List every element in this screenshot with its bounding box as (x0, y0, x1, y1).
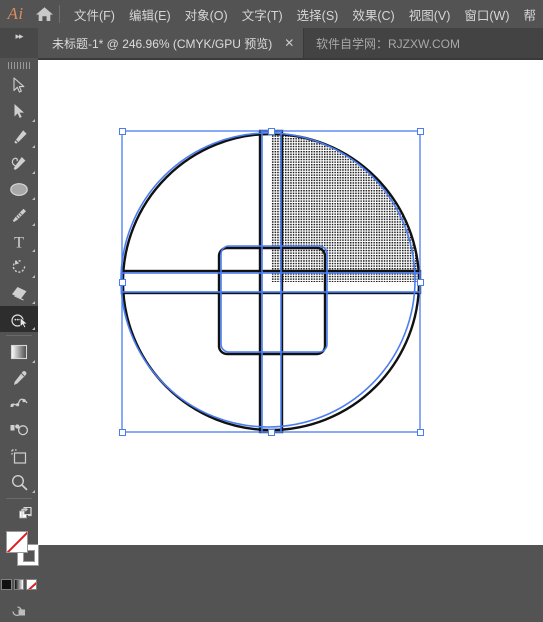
handle-middle-left[interactable] (119, 279, 126, 286)
tools-panel: T (0, 58, 39, 617)
watermark-text: 软件自学网：RJZXW.COM (316, 36, 460, 51)
direct-selection-tool[interactable] (0, 98, 38, 124)
handle-bottom-left[interactable] (119, 429, 126, 436)
artwork[interactable] (38, 60, 543, 545)
screen-mode-button[interactable] (0, 598, 38, 622)
document-tab-bar: ▸▸ 未标题-1* @ 246.96% (CMYK/GPU 预览) ✕ 软件自学… (0, 28, 543, 58)
menu-effect[interactable]: 效果(C) (345, 1, 401, 28)
blend-tool[interactable] (0, 391, 38, 417)
chevron-right-icon: ▸▸ (15, 31, 23, 41)
panel-expand-button[interactable]: ▸▸ (0, 28, 38, 58)
handle-top-right[interactable] (417, 128, 424, 135)
zoom-tool[interactable] (0, 469, 38, 495)
handle-middle-right[interactable] (417, 279, 424, 286)
none-slash-icon (7, 532, 27, 552)
menu-separator (59, 5, 60, 23)
eraser-tool[interactable] (0, 280, 38, 306)
handle-top-left[interactable] (119, 128, 126, 135)
handle-bottom-right[interactable] (417, 429, 424, 436)
menu-file[interactable]: 文件(F) (67, 1, 122, 28)
artboard-canvas[interactable] (38, 58, 543, 545)
artboard-tool[interactable] (0, 443, 38, 469)
gradient-mode-button[interactable] (13, 578, 25, 590)
curvature-tool[interactable] (0, 150, 38, 176)
document-tab-title: 未标题-1* @ 246.96% (CMYK/GPU 预览) (52, 36, 273, 51)
menu-window[interactable]: 窗口(W) (457, 1, 516, 28)
ellipse-tool[interactable] (0, 176, 38, 202)
pen-tool[interactable] (0, 124, 38, 150)
none-mode-button[interactable] (26, 578, 38, 590)
symbol-sprayer-tool[interactable] (0, 417, 38, 443)
tools-panel-drag-handle[interactable] (0, 58, 38, 72)
svg-text:T: T (14, 234, 24, 250)
grip-dots-icon (8, 61, 30, 69)
eyedropper-tool[interactable] (0, 365, 38, 391)
illustrator-window: Ai 文件(F) 编辑(E) 对象(O) 文字(T) 选择(S) 效果(C) 视… (0, 0, 543, 617)
tool-flyout-indicator (32, 249, 35, 252)
tools-divider-2 (6, 498, 32, 499)
handle-bottom-center[interactable] (268, 429, 275, 436)
menu-bar: Ai 文件(F) 编辑(E) 对象(O) 文字(T) 选择(S) 效果(C) 视… (0, 0, 543, 28)
none-slash-icon (27, 579, 37, 589)
close-icon[interactable]: ✕ (284, 37, 294, 49)
tool-flyout-indicator (32, 171, 35, 174)
fill-swatch[interactable] (6, 531, 28, 553)
home-icon[interactable] (31, 6, 57, 22)
tool-flyout-indicator (32, 145, 35, 148)
tool-flyout-indicator (32, 301, 35, 304)
menu-edit[interactable]: 编辑(E) (122, 1, 178, 28)
app-logo: Ai (7, 4, 24, 23)
type-tool[interactable]: T (0, 228, 38, 254)
tool-flyout-indicator (32, 327, 35, 330)
tools-divider (6, 335, 32, 336)
paintbrush-tool[interactable] (0, 202, 38, 228)
color-mode-button[interactable] (1, 578, 12, 590)
tool-flyout-indicator (32, 223, 35, 226)
menu-select[interactable]: 选择(S) (290, 1, 346, 28)
tool-flyout-indicator (32, 197, 35, 200)
rotate-tool[interactable] (0, 254, 38, 280)
swap-fill-stroke-icon[interactable] (20, 506, 33, 524)
tool-flyout-indicator (32, 490, 35, 493)
fill-stroke-controls (0, 502, 38, 526)
fill-stroke-swatches (0, 531, 39, 573)
selection-tool[interactable] (0, 72, 38, 98)
handle-top-center[interactable] (268, 128, 275, 135)
gradient-tool[interactable] (0, 339, 38, 365)
tool-flyout-indicator (32, 275, 35, 278)
menu-view[interactable]: 视图(V) (402, 1, 458, 28)
shape-builder-tool[interactable] (0, 306, 38, 332)
document-tab[interactable]: 未标题-1* @ 246.96% (CMYK/GPU 预览) ✕ (38, 28, 305, 58)
paint-mode-buttons (0, 576, 38, 592)
menu-help[interactable]: 帮 (516, 1, 543, 28)
menu-object[interactable]: 对象(O) (178, 1, 235, 28)
tool-flyout-indicator (32, 119, 35, 122)
tool-flyout-indicator (32, 360, 35, 363)
menu-type[interactable]: 文字(T) (235, 1, 290, 28)
